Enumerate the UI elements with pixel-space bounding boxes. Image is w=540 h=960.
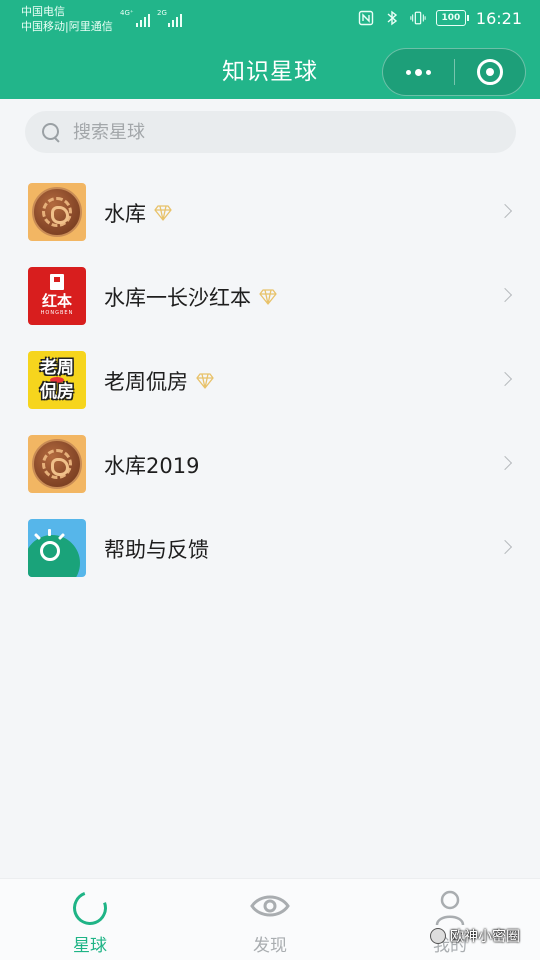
search-icon <box>41 122 61 142</box>
watermark: 欧神小密圈 <box>430 926 520 946</box>
planet-item-help-feedback[interactable]: 帮助与反馈 <box>0 506 540 590</box>
status-time: 16:21 <box>475 8 522 28</box>
planet-avatar <box>28 519 86 577</box>
tab-label: 星球 <box>73 936 107 956</box>
diamond-icon <box>196 373 214 389</box>
more-dots-icon <box>406 69 411 75</box>
planet-tab-icon <box>67 885 113 931</box>
battery-icon: 100 <box>435 10 469 26</box>
nfc-icon <box>358 10 374 26</box>
avatar-subtext: HONGBEN <box>40 310 74 316</box>
bluetooth-icon <box>384 10 400 26</box>
planet-item-laozhou[interactable]: 老周 侃房 老周侃房 <box>0 338 540 422</box>
book-icon <box>50 274 64 290</box>
eye-icon <box>250 895 290 917</box>
vibrate-icon <box>410 10 426 26</box>
status-right: 100 16:21 <box>358 8 522 28</box>
lightbulb-icon <box>40 541 60 561</box>
wechat-logo-icon <box>430 928 446 944</box>
watermark-text: 欧神小密圈 <box>450 929 520 945</box>
tab-me[interactable]: 我的 <box>390 879 510 960</box>
close-ring-icon <box>476 59 503 85</box>
chevron-right-icon <box>497 203 513 219</box>
user-icon <box>435 890 465 926</box>
planet-avatar: 红本 HONGBEN <box>28 267 86 325</box>
planet-name: 水库2019 <box>104 454 200 478</box>
tab-planets[interactable]: 星球 <box>30 879 150 960</box>
carrier-2: 中国移动|阿里通信 <box>21 20 113 33</box>
signal-2-icon: 2G <box>157 9 187 27</box>
search-bar[interactable] <box>25 111 516 153</box>
planet-avatar <box>28 183 86 241</box>
status-bar: 中国电信 中国移动|阿里通信 4G⁺ 2G 100 16:21 <box>0 0 540 38</box>
tab-discover[interactable]: 发现 <box>210 879 330 960</box>
diamond-icon <box>259 289 277 305</box>
chevron-right-icon <box>497 455 513 471</box>
planet-name: 帮助与反馈 <box>104 538 209 562</box>
planet-item-shuiku[interactable]: 水库 <box>0 170 540 254</box>
planet-name: 水库一长沙红本 <box>104 286 251 310</box>
chevron-right-icon <box>497 287 513 303</box>
avatar-line-2: 侃房 <box>40 382 74 402</box>
coin-dragon-icon <box>32 187 82 237</box>
planet-name: 老周侃房 <box>104 370 188 394</box>
planet-list: 水库 红本 HONGBEN 水库一长沙红本 老周 侃房 老周侃房 水库2019 … <box>0 170 540 590</box>
planet-avatar <box>28 435 86 493</box>
search-input[interactable] <box>73 121 473 143</box>
chevron-right-icon <box>497 539 513 555</box>
planet-name: 水库 <box>104 202 146 226</box>
diamond-icon <box>154 205 172 221</box>
planet-item-shuiku-2019[interactable]: 水库2019 <box>0 422 540 506</box>
planet-item-changsha-hongben[interactable]: 红本 HONGBEN 水库一长沙红本 <box>0 254 540 338</box>
network-type-2: 2G <box>157 9 167 17</box>
avatar-text: 红本 <box>41 292 72 310</box>
mini-program-capsule <box>382 48 526 96</box>
carrier-1: 中国电信 <box>21 5 65 18</box>
header-bar: 中国电信 中国移动|阿里通信 4G⁺ 2G 100 16:21 知识星球 <box>0 0 540 99</box>
planet-avatar: 老周 侃房 <box>28 351 86 409</box>
coin-dragon-icon <box>32 439 82 489</box>
signal-1-icon: 4G⁺ <box>120 9 154 27</box>
tab-label: 发现 <box>253 936 287 956</box>
network-type-1: 4G⁺ <box>120 9 134 17</box>
chevron-right-icon <box>497 371 513 387</box>
tab-bar: 星球 发现 我的 <box>0 878 540 960</box>
avatar-line-1: 老周 <box>40 358 74 378</box>
more-button[interactable] <box>383 49 454 95</box>
close-button[interactable] <box>455 49 525 95</box>
carrier-info: 中国电信 中国移动|阿里通信 <box>21 4 113 34</box>
